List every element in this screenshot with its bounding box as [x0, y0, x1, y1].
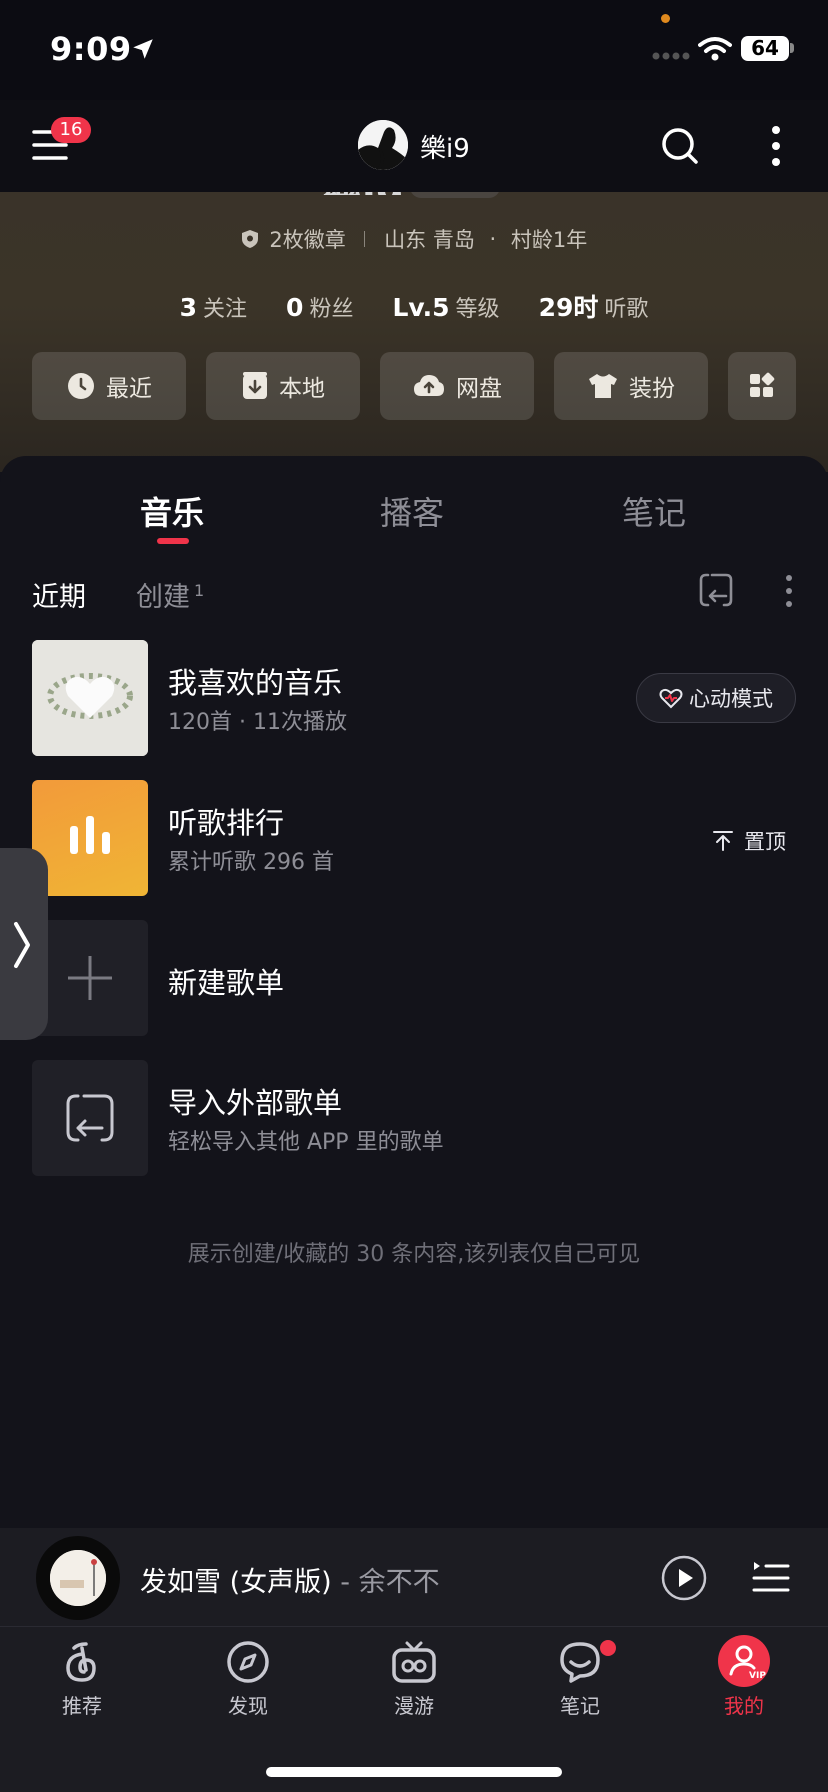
import-icon[interactable] [698, 572, 734, 608]
location-text: 山东 青岛 [384, 228, 475, 252]
privacy-indicator-dot [661, 14, 670, 23]
cloud-upload-icon [414, 375, 444, 396]
stat-listen-time[interactable]: 29时 听歌 [539, 288, 649, 324]
compass-icon [227, 1641, 269, 1683]
heart-wreath-icon [32, 640, 148, 756]
recent-label: 最近 [106, 376, 152, 402]
stat-level[interactable]: Lv.5 等级 [392, 291, 499, 323]
grid-icon [750, 372, 775, 397]
album-art [50, 1550, 106, 1606]
heartbeat-mode-button[interactable]: 心动模式 [636, 673, 796, 723]
nav-mine[interactable]: VIP 我的 [684, 1635, 804, 1719]
notification-badge: 16 [51, 117, 91, 143]
local-label: 本地 [279, 376, 325, 402]
download-icon [243, 372, 267, 399]
tshirt-icon [589, 374, 617, 398]
notes-notification-dot [600, 1640, 616, 1656]
pin-to-top-button[interactable]: 置顶 [712, 826, 786, 856]
svg-text:VIP: VIP [749, 1671, 766, 1681]
plus-icon [68, 956, 112, 1000]
chat-bubble-icon [560, 1642, 600, 1683]
pin-to-top-label: 置顶 [744, 830, 786, 854]
nav-recommend-label: 推荐 [62, 1694, 102, 1718]
home-indicator[interactable] [266, 1767, 562, 1777]
album-art-image [50, 1550, 106, 1606]
battery-tip [790, 43, 794, 53]
song-artist: - 余不不 [331, 1567, 440, 1598]
heartbeat-mode-label: 心动模式 [689, 687, 773, 711]
liked-music-cover[interactable] [32, 640, 148, 756]
more-apps-button[interactable] [728, 352, 796, 420]
signal-dots-icon [652, 52, 690, 60]
import-playlist-icon [66, 1094, 114, 1142]
more-vertical-icon[interactable] [770, 124, 782, 168]
import-playlist-subtitle: 轻松导入其他 APP 里的歌单 [168, 1130, 444, 1155]
radio-icon [392, 1641, 436, 1683]
bar-chart-icon [70, 816, 110, 854]
local-button[interactable]: 本地 [206, 352, 360, 420]
chevron-right-icon [14, 922, 30, 968]
more-options-icon[interactable] [784, 574, 794, 608]
tab-podcast[interactable]: 播客 [380, 488, 444, 534]
playlist-subtitle-ranking: 累计听歌 296 首 [168, 850, 334, 875]
location-arrow-icon [133, 39, 153, 59]
playlist-title-liked[interactable]: 我喜欢的音乐 [168, 660, 342, 702]
import-playlist-title[interactable]: 导入外部歌单 [168, 1080, 342, 1122]
tab-music[interactable]: 音乐 [140, 488, 204, 534]
privacy-footnote: 展示创建/收藏的 30 条内容,该列表仅自己可见 [187, 1242, 641, 1267]
cloud-disk-label: 网盘 [456, 376, 502, 402]
header-username[interactable]: 樂i9 [420, 128, 470, 165]
badge-count-text[interactable]: 2枚徽章 [269, 224, 345, 254]
account-age-text: 村龄1年 [510, 228, 588, 252]
import-playlist-cover[interactable] [32, 1060, 148, 1176]
nav-roam-label: 漫游 [394, 1694, 434, 1718]
play-button-icon[interactable] [660, 1554, 708, 1602]
subtab-created-label: 创建 [136, 582, 190, 613]
top-header [0, 100, 828, 192]
dress-up-label: 装扮 [629, 376, 675, 402]
new-playlist-title[interactable]: 新建歌单 [168, 960, 284, 1002]
new-playlist-cover[interactable] [32, 920, 148, 1036]
nav-notes[interactable]: 笔记 [520, 1640, 640, 1719]
stat-followers[interactable]: 0 粉丝 [286, 291, 353, 323]
ranking-cover[interactable] [32, 780, 148, 896]
clock-icon [68, 373, 94, 399]
nav-discover[interactable]: 发现 [188, 1640, 308, 1719]
cloud-disk-button[interactable]: 网盘 [380, 352, 534, 420]
playlist-queue-icon[interactable] [752, 1558, 790, 1594]
avatar[interactable] [358, 120, 408, 170]
nav-discover-label: 发现 [228, 1694, 268, 1718]
tab-notes[interactable]: 笔记 [622, 488, 686, 534]
subtab-created-count: 1 [194, 581, 205, 600]
pin-top-icon [713, 831, 733, 851]
subtab-recent[interactable]: 近期 [32, 575, 86, 614]
status-time: 9:09 [50, 30, 132, 68]
subtab-created[interactable]: 创建 1 [136, 575, 204, 614]
battery-indicator: 64 [741, 36, 789, 61]
dot-separator: · [489, 227, 497, 251]
nav-notes-label: 笔记 [560, 1694, 600, 1718]
nav-recommend[interactable]: 推荐 [22, 1640, 142, 1719]
side-drawer-handle[interactable] [0, 848, 48, 1040]
profile-info-row: 2枚徽章 山东 青岛 · 村龄1年 [0, 224, 828, 254]
search-icon[interactable] [660, 126, 700, 166]
nav-mine-label: 我的 [724, 1694, 764, 1718]
avatar-image [358, 120, 408, 170]
playlist-title-ranking[interactable]: 听歌排行 [168, 800, 284, 842]
netease-logo-icon [66, 1642, 96, 1682]
active-tab-indicator [157, 538, 189, 544]
heartbeat-icon [659, 688, 683, 709]
medal-shield-icon [241, 230, 258, 248]
now-playing-text[interactable]: 发如雪 (女声版) - 余不不 [140, 1560, 440, 1599]
playlist-subtitle-liked: 120首 · 11次播放 [168, 710, 347, 735]
profile-stats: 3 关注 0 粉丝 Lv.5 等级 29时 听歌 [0, 288, 828, 324]
divider [364, 231, 366, 247]
song-title: 发如雪 (女声版) [140, 1567, 332, 1598]
wifi-icon [698, 37, 732, 61]
stat-following[interactable]: 3 关注 [180, 291, 247, 323]
recent-button[interactable]: 最近 [32, 352, 186, 420]
nav-roam[interactable]: 漫游 [354, 1640, 474, 1719]
profile-vip-icon: VIP [718, 1635, 770, 1687]
dress-up-button[interactable]: 装扮 [554, 352, 708, 420]
